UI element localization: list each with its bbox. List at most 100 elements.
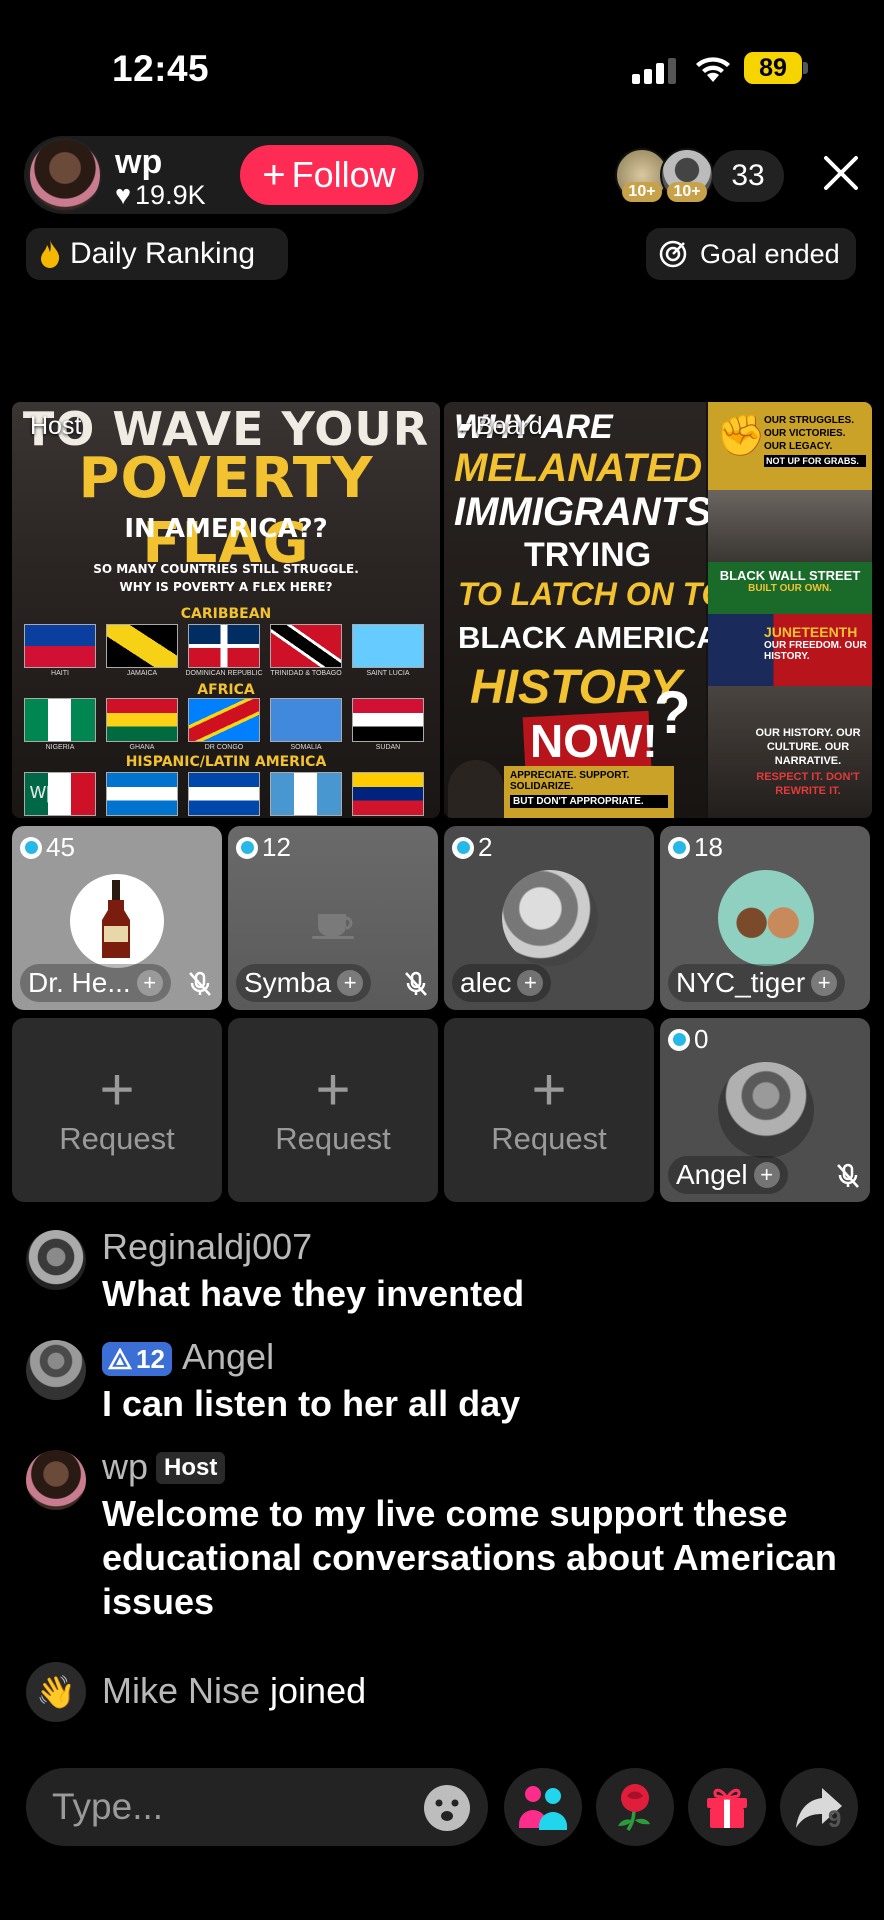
poster-line: IN AMERICA??: [124, 514, 328, 544]
guest-score: 0: [668, 1024, 708, 1055]
comment-username[interactable]: Reginaldj007: [102, 1226, 312, 1268]
score-icon: [20, 836, 42, 859]
dominican-republic-flag-icon: [188, 624, 260, 668]
commenter-avatar[interactable]: [26, 1230, 86, 1290]
close-icon[interactable]: [818, 150, 864, 196]
add-guest-plus-icon[interactable]: +: [337, 970, 364, 996]
poster-line: TRYING: [524, 536, 652, 574]
plus-icon: +: [99, 1056, 135, 1123]
guest-score-value: 2: [478, 832, 493, 862]
flame-icon: [41, 240, 60, 268]
poster-region: CARIBBEAN: [180, 606, 272, 622]
score-icon: [668, 1028, 690, 1051]
rose-gift-button[interactable]: [596, 1768, 674, 1846]
comment-text: Welcome to my live come support these ed…: [102, 1493, 837, 1622]
request-slot[interactable]: + Request: [228, 1018, 438, 1202]
guest-score: 2: [452, 832, 492, 863]
rose-icon: [618, 1784, 650, 1831]
comment-username[interactable]: Angel: [182, 1336, 274, 1378]
flag-label: HAITI: [51, 670, 69, 677]
goal-label: Goal ended: [700, 238, 840, 269]
goal-pill[interactable]: Goal ended: [646, 228, 856, 280]
poster-line: HISTORY: [470, 661, 682, 714]
join-text: joined: [270, 1670, 367, 1711]
comment-input-placeholder: Type...: [52, 1786, 164, 1827]
poster-footer-line: SOLIDARIZE.: [510, 781, 574, 792]
comment-username[interactable]: wp: [102, 1446, 148, 1488]
poster-footer-line: APPRECIATE. SUPPORT.: [510, 770, 630, 781]
host-likes-value: 19.9K: [135, 180, 206, 210]
poster-line: MELANATED: [454, 446, 703, 490]
guest-avatar: [718, 1062, 814, 1158]
jamaica-flag-icon: [106, 624, 178, 668]
gift-button[interactable]: [688, 1768, 766, 1846]
people-icon: [519, 1786, 567, 1830]
saint-lucia-flag-icon: [352, 624, 424, 668]
add-guest-plus-icon[interactable]: +: [753, 1162, 780, 1188]
guest-tile[interactable]: 18 NYC_tiger +: [660, 826, 870, 1010]
el-salvador-flag-icon: [188, 772, 260, 816]
honduras-flag-icon: [106, 772, 178, 816]
comment-text: What have they invented: [102, 1273, 525, 1314]
join-username[interactable]: Mike Nise: [102, 1670, 260, 1712]
add-guest-plus-icon[interactable]: +: [811, 970, 838, 996]
guest-tile[interactable]: 12 Symba +: [228, 826, 438, 1010]
host-video[interactable]: TO WAVE YOUR POVERTY FLAG IN AMERICA?? S…: [12, 402, 440, 818]
commenter-avatar[interactable]: [26, 1340, 86, 1400]
guest-avatar: [502, 870, 598, 966]
request-slot[interactable]: + Request: [444, 1018, 654, 1202]
poster-footer: APPRECIATE. SUPPORT. SOLIDARIZE. BUT DON…: [504, 766, 674, 818]
trinidad-flag-icon: [270, 624, 342, 668]
daily-ranking-label: Daily Ranking: [70, 237, 256, 270]
guest-score-value: 18: [694, 832, 723, 862]
heart-icon: ♥: [115, 180, 132, 210]
guest-name: Angel: [676, 1159, 748, 1190]
flag-label: GHANA: [129, 744, 155, 751]
guest-tile[interactable]: 45 Dr. He... +: [12, 826, 222, 1010]
guest-name-pill: Angel +: [668, 1156, 788, 1194]
guests-button[interactable]: [504, 1768, 582, 1846]
flag-label: JAMAICA: [126, 670, 158, 677]
guest-score: 45: [20, 832, 75, 863]
mic-muted-icon: [405, 971, 427, 996]
flag-label: DR CONGO: [204, 744, 244, 751]
guest-name: Dr. He...: [28, 967, 131, 998]
request-label: Request: [491, 1121, 607, 1156]
poster-side-panel: JUNETEENTH OUR FREEDOM. OUR HISTORY.: [708, 614, 872, 686]
viewer-count[interactable]: 33: [712, 150, 784, 202]
dr-congo-flag-icon: [188, 698, 260, 742]
share-button[interactable]: 9: [780, 1768, 858, 1846]
guest-score-value: 12: [262, 832, 291, 862]
add-guest-plus-icon[interactable]: +: [517, 970, 544, 996]
wave-icon: 👋: [26, 1662, 86, 1722]
host-avatar[interactable]: [28, 138, 102, 212]
guest-tile[interactable]: 2 alec +: [444, 826, 654, 1010]
follow-button[interactable]: + Follow: [240, 145, 418, 205]
guest-name: NYC_tiger: [676, 967, 806, 998]
guest-tile[interactable]: 0 Angel +: [660, 1018, 870, 1202]
wifi-icon: [696, 57, 730, 82]
commenter-avatar[interactable]: [26, 1450, 86, 1510]
emoji-icon[interactable]: [422, 1783, 472, 1833]
flag-label: SAINT LUCIA: [366, 670, 410, 677]
host-watermark: wp: [30, 778, 59, 803]
host-name[interactable]: wp: [115, 143, 162, 182]
side-panel-text: RESPECT IT. DON'T REWRITE IT.: [756, 771, 860, 797]
request-slot[interactable]: + Request: [12, 1018, 222, 1202]
board-tag-label: Board: [475, 412, 543, 440]
level-badge: 12: [102, 1342, 172, 1376]
add-guest-plus-icon[interactable]: +: [136, 970, 163, 996]
raised-fist-icon: ✊: [716, 414, 766, 458]
comment-input[interactable]: Type...: [26, 1768, 488, 1846]
mic-muted-icon: [837, 1163, 859, 1188]
poster-side-panel: OUR HISTORY. OUR CULTURE. OUR NARRATIVE.…: [708, 686, 872, 818]
poster-line: BLACK AMERICAN: [458, 620, 741, 655]
poster-region: HISPANIC/LATIN AMERICA: [125, 754, 327, 770]
daily-ranking-pill[interactable]: Daily Ranking: [26, 228, 288, 280]
flag-label: SUDAN: [375, 744, 401, 751]
level-triangle-icon: [108, 1348, 132, 1370]
board-video[interactable]: WHY ARE MELANATED IMMIGRANTS TRYING TO L…: [444, 402, 872, 818]
coffee-cup-icon: [312, 914, 354, 939]
side-panel-text: OUR STRUGGLES. OUR VICTORIES. OUR LEGACY…: [764, 415, 855, 452]
host-tag: Host: [30, 412, 82, 440]
